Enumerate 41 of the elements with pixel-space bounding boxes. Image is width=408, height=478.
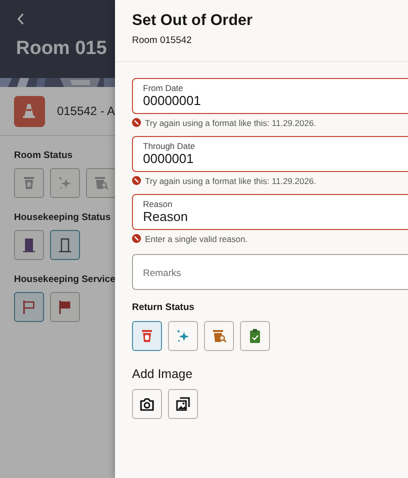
- gallery-icon: [176, 397, 190, 411]
- input-field[interactable]: Through Date 0000001: [132, 136, 408, 172]
- section-label: Housekeeping Service: [14, 274, 115, 285]
- drawer-subtitle: Room 015542: [132, 35, 193, 46]
- camera-icon: [140, 398, 154, 411]
- status-button[interactable]: [132, 321, 162, 351]
- trash-can-icon: [142, 330, 152, 342]
- status-button[interactable]: [240, 321, 270, 351]
- error-icon: [132, 118, 141, 127]
- drawer-title: Set Out of Order: [132, 12, 254, 30]
- traffic-cone-icon: [22, 103, 36, 119]
- status-button[interactable]: [14, 292, 44, 322]
- back-icon[interactable]: [16, 12, 26, 26]
- door-icon: [23, 238, 35, 252]
- section-label: Add Image: [132, 367, 194, 381]
- section-label: Room Status: [14, 150, 74, 161]
- status-button[interactable]: [50, 292, 80, 322]
- room-label: 015542 - A: [56, 104, 115, 118]
- sparkle-icon: [176, 330, 189, 342]
- remarks-field[interactable]: Remarks: [132, 254, 408, 290]
- section-label: Return Status: [132, 302, 196, 313]
- error-icon: [132, 176, 141, 185]
- status-button[interactable]: [14, 230, 44, 260]
- flag-icon: [23, 300, 34, 314]
- clipboard-check-icon: [250, 329, 260, 343]
- flag-icon: [59, 300, 70, 314]
- error-message: Try again using a format like this: 11.29.2026.: [145, 176, 316, 186]
- input-field[interactable]: From Date 00000001: [132, 78, 408, 114]
- door-icon: [59, 238, 71, 252]
- error-message: Enter a single valid reason.: [145, 234, 248, 244]
- status-button[interactable]: [168, 321, 198, 351]
- status-button[interactable]: [204, 321, 234, 351]
- image-button[interactable]: [168, 389, 198, 419]
- section-label: Housekeeping Status: [14, 212, 112, 223]
- page-title: Room 015: [16, 38, 108, 60]
- error-message: Try again using a format like this: 11.29.2026.: [145, 118, 316, 128]
- image-button[interactable]: [132, 389, 162, 419]
- status-button[interactable]: [50, 230, 80, 260]
- input-field[interactable]: Reason Reason: [132, 194, 408, 230]
- trash-can-search-icon: [213, 330, 227, 343]
- error-icon: [132, 234, 141, 243]
